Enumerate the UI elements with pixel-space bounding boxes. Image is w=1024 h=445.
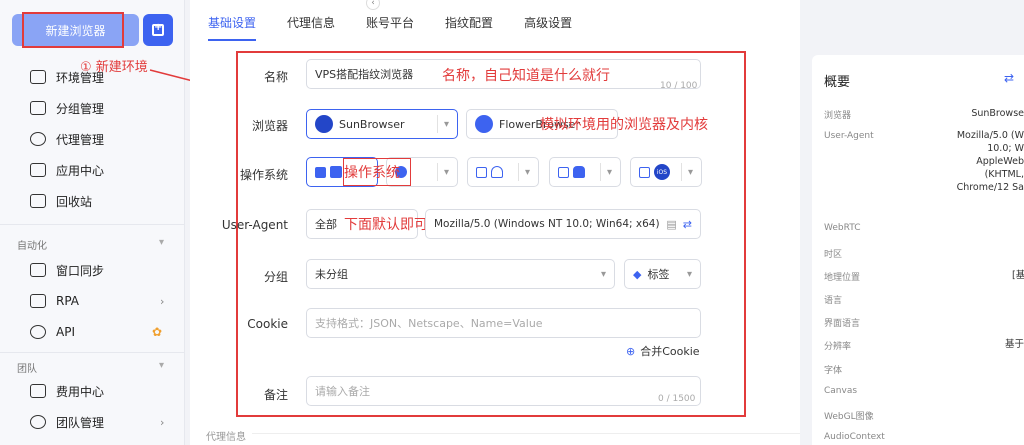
shuffle-icon[interactable]: ⇄ — [683, 218, 692, 231]
overview-title: 概要 — [824, 75, 851, 90]
overview-key: 地理位置 — [824, 273, 861, 283]
annotation-browser: 模拟环境用的浏览器及内核 — [540, 117, 708, 133]
ua-label: User-Agent — [221, 218, 288, 232]
chevron-down-icon[interactable]: ▾ — [444, 119, 449, 130]
overview-key: 字体 — [824, 366, 843, 376]
merge-cookie-label: 合并Cookie — [640, 345, 700, 358]
chevron-down-icon: ▾ — [686, 268, 692, 280]
chevron-down-icon: ▾ — [600, 268, 606, 280]
shuffle-icon[interactable]: ⇄ — [1004, 71, 1014, 85]
overview-value: [基 — [1012, 270, 1024, 281]
chevron-down-icon[interactable]: ▾ — [688, 167, 693, 178]
checkbox-checked-icon[interactable] — [315, 166, 326, 178]
cookie-input[interactable]: 支持格式：JSON、Netscape、Name=Value — [306, 308, 701, 338]
document-icon[interactable]: ▤ — [666, 218, 676, 231]
overview-key: AudioContext — [824, 432, 885, 442]
annotation-ua: 下面默认即可 — [344, 217, 428, 233]
overview-key: WebGL图像 — [824, 412, 874, 422]
tag-icon: ◆ — [633, 267, 642, 281]
name-counter: 10 / 100 — [660, 81, 698, 91]
overview-panel: 概要 ⇄ 浏览器 SunBrowse User-Agent Mozilla/5.… — [812, 55, 1024, 445]
group-value: 未分组 — [315, 268, 348, 281]
note-label: 备注 — [263, 388, 288, 402]
tab-fingerprint[interactable]: 指纹配置 — [445, 14, 493, 41]
overview-key: 语言 — [824, 296, 843, 306]
annotation-os: 操作系统 — [344, 165, 400, 181]
os-label: 操作系统 — [239, 168, 288, 182]
os-ios-option[interactable]: iOS ▾ — [630, 157, 702, 187]
add-circle-icon: ⊕ — [626, 344, 636, 358]
divider — [680, 163, 682, 181]
checkbox-icon[interactable] — [476, 166, 487, 178]
overview-key: WebRTC — [824, 223, 861, 233]
overview-value: SunBrowse — [971, 108, 1024, 119]
divider — [252, 433, 800, 434]
divider — [599, 163, 601, 181]
windows-icon — [330, 166, 342, 178]
tab-bar: 基础设置 代理信息 账号平台 指纹配置 高级设置 — [208, 14, 603, 41]
ios-icon: iOS — [654, 164, 670, 180]
overview-value: 基于 — [1004, 339, 1024, 350]
annotation-name: 名称，自己知道是什么就行 — [442, 68, 610, 84]
flowerbrowser-logo-icon — [475, 115, 493, 133]
browser-sunbrowser-option[interactable]: SunBrowser ▾ — [306, 109, 458, 139]
tag-select[interactable]: ◆ 标签 ▾ — [624, 259, 701, 289]
name-value: VPS搭配指纹浏览器 — [315, 68, 414, 81]
browser-primary-label: SunBrowser — [339, 117, 405, 131]
overview-value: Mozilla/5.0 (W 10.0; W AppleWeb (KHTML, … — [956, 130, 1024, 193]
overview-key: 分辨率 — [824, 342, 852, 352]
section-proxy-title: 代理信息 — [206, 432, 246, 443]
divider — [517, 163, 519, 181]
tab-proxy[interactable]: 代理信息 — [287, 14, 335, 41]
ua-input[interactable]: Mozilla/5.0 (Windows NT 10.0; Win64; x64… — [425, 209, 701, 239]
ua-scope-value: 全部 — [315, 218, 337, 231]
browser-label: 浏览器 — [251, 119, 288, 133]
main-panel: ‹ 基础设置 代理信息 账号平台 指纹配置 高级设置 名称 VPS搭配指纹浏览器… — [190, 0, 800, 445]
note-counter: 0 / 1500 — [658, 394, 696, 404]
chevron-down-icon[interactable]: ▾ — [607, 167, 612, 178]
sunbrowser-logo-icon — [315, 115, 333, 133]
divider — [436, 163, 438, 181]
overview-key: Canvas — [824, 386, 858, 396]
overview-key: 时区 — [824, 250, 843, 260]
chevron-down-icon[interactable]: ▾ — [444, 167, 449, 178]
os-linux-option[interactable]: ▾ — [467, 157, 539, 187]
name-label: 名称 — [263, 70, 288, 84]
group-select[interactable]: 未分组 ▾ — [306, 259, 615, 289]
tab-account[interactable]: 账号平台 — [366, 14, 414, 41]
chevron-down-icon[interactable]: ▾ — [525, 167, 530, 178]
os-android-option[interactable]: ▾ — [549, 157, 621, 187]
cookie-placeholder: 支持格式：JSON、Netscape、Name=Value — [315, 317, 543, 330]
android-icon — [573, 166, 585, 178]
checkbox-icon[interactable] — [639, 166, 650, 178]
merge-cookie-button[interactable]: ⊕ 合并Cookie — [626, 343, 700, 359]
tag-label: 标签 — [647, 268, 670, 281]
ua-value: Mozilla/5.0 (Windows NT 10.0; Win64; x64… — [434, 218, 660, 230]
overview-key: User-Agent — [824, 131, 874, 141]
cookie-label: Cookie — [247, 317, 288, 331]
divider — [436, 115, 438, 133]
note-input[interactable]: 请输入备注 — [306, 376, 701, 406]
overview-key: 浏览器 — [824, 111, 852, 121]
group-label: 分组 — [263, 270, 288, 284]
collapse-sidebar-button[interactable]: ‹ — [366, 0, 380, 10]
checkbox-icon[interactable] — [558, 166, 569, 178]
tab-advanced[interactable]: 高级设置 — [524, 14, 572, 41]
note-placeholder: 请输入备注 — [315, 385, 370, 398]
tab-basic[interactable]: 基础设置 — [208, 14, 257, 41]
overview-key: 界面语言 — [824, 319, 861, 329]
linux-icon — [491, 166, 503, 178]
